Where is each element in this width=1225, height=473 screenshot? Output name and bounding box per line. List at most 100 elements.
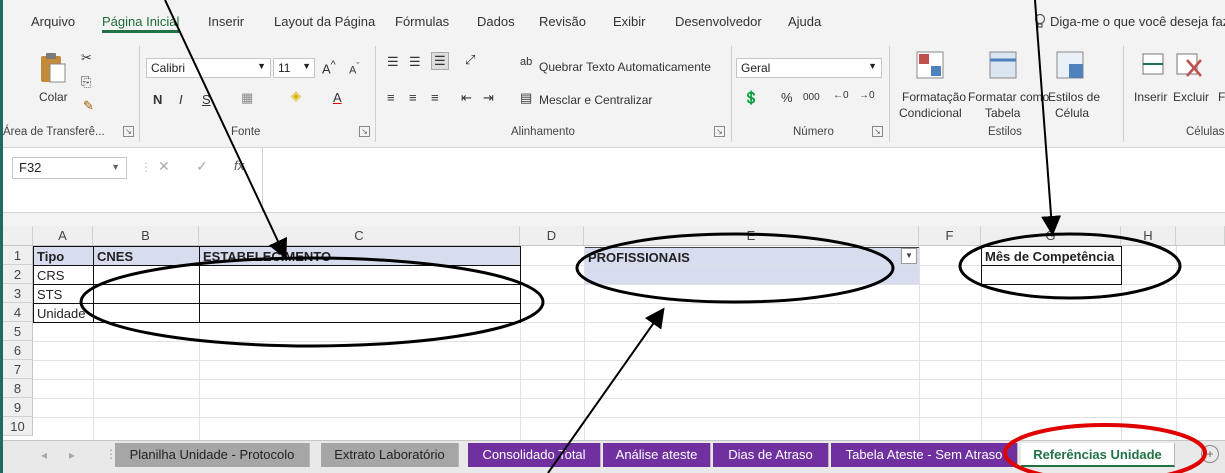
decrease-indent-icon[interactable]: ⇤: [461, 90, 472, 106]
increase-font-icon[interactable]: A^: [322, 59, 336, 76]
decrease-decimal-icon[interactable]: →0: [859, 90, 875, 101]
increase-indent-icon[interactable]: ⇥: [483, 90, 494, 106]
currency-icon[interactable]: 💲: [743, 90, 759, 106]
wrap-text-icon[interactable]: ab: [520, 56, 532, 68]
row-header[interactable]: 6: [3, 341, 33, 360]
percent-button[interactable]: %: [781, 90, 793, 105]
merge-center-button[interactable]: Mesclar e Centralizar: [539, 93, 652, 107]
sheet-tab[interactable]: Análise ateste: [603, 443, 711, 467]
bold-button[interactable]: N: [153, 92, 162, 107]
filter-dropdown-icon[interactable]: ▼: [901, 248, 917, 264]
align-bottom-icon[interactable]: ☰: [431, 52, 449, 70]
cut-icon[interactable]: ✂: [81, 50, 92, 66]
sheet-tab[interactable]: Consolidado Total: [468, 443, 601, 467]
align-left-icon[interactable]: ≡: [387, 90, 395, 105]
cell-e2[interactable]: [585, 266, 919, 284]
row-header[interactable]: 8: [3, 379, 33, 398]
column-header-h[interactable]: H: [1121, 226, 1176, 246]
align-top-icon[interactable]: ☰: [387, 54, 399, 70]
sheet-tab[interactable]: Planilha Unidade - Protocolo: [115, 443, 310, 467]
sheet-tab[interactable]: Extrato Laboratório: [321, 443, 459, 467]
row-header[interactable]: 10: [3, 417, 33, 436]
orientation-icon[interactable]: ⤢: [465, 52, 475, 68]
tell-me-search[interactable]: Diga-me o que você deseja fazer: [1050, 14, 1225, 29]
font-name-dropdown[interactable]: Calibri ▼: [146, 58, 271, 78]
thousands-button[interactable]: 000: [803, 92, 820, 103]
alignment-launcher-icon[interactable]: ↘: [714, 126, 725, 137]
row-header[interactable]: 7: [3, 360, 33, 379]
sheet-tab[interactable]: Tabela Ateste - Sem Atraso: [831, 443, 1018, 467]
number-format-dropdown[interactable]: Geral ▼: [736, 58, 882, 78]
cell-a2[interactable]: CRS: [34, 266, 93, 284]
tab-formulas[interactable]: Fórmulas: [395, 14, 449, 29]
tab-arquivo[interactable]: Arquivo: [31, 14, 75, 29]
sheet-tab[interactable]: Dias de Atraso: [713, 443, 829, 467]
format-as-table-label-1[interactable]: Formatar como: [968, 90, 1049, 104]
insert-function-button[interactable]: fx: [234, 158, 244, 173]
format-as-table-icon[interactable]: [988, 50, 1020, 82]
spreadsheet-grid[interactable]: A B C D E F G H 1 2 3 4 5 6 7 8 9 10 Tip…: [3, 226, 1225, 440]
row-header[interactable]: 3: [3, 284, 33, 303]
merge-icon[interactable]: ▤: [520, 90, 532, 106]
cell-styles-label-1[interactable]: Estilos de: [1048, 90, 1100, 104]
cell-styles-label-2[interactable]: Célula: [1055, 106, 1089, 120]
paste-button-label[interactable]: Colar: [39, 90, 68, 104]
row-header[interactable]: 1: [3, 246, 33, 265]
column-header-b[interactable]: B: [93, 226, 199, 246]
column-header-g[interactable]: G: [981, 226, 1121, 246]
align-right-icon[interactable]: ≡: [431, 90, 439, 105]
copy-icon[interactable]: ⎘: [81, 74, 91, 90]
wrap-text-button[interactable]: Quebrar Texto Automaticamente: [539, 60, 711, 74]
tab-revisao[interactable]: Revisão: [539, 14, 586, 29]
cell-a3[interactable]: STS: [34, 285, 93, 303]
cell-a1[interactable]: Tipo: [34, 247, 93, 265]
column-header-d[interactable]: D: [520, 226, 584, 246]
insert-cells-icon[interactable]: [1139, 50, 1171, 82]
sheet-tab-active[interactable]: Referências Unidade: [1021, 443, 1175, 467]
paste-icon[interactable]: [39, 52, 67, 84]
cancel-icon[interactable]: ✕: [158, 158, 170, 175]
conditional-formatting-label-1[interactable]: Formatação: [902, 90, 966, 104]
row-header[interactable]: 4: [3, 303, 33, 322]
align-center-icon[interactable]: ≡: [409, 90, 417, 105]
format-as-table-label-2[interactable]: Tabela: [985, 106, 1020, 120]
borders-icon[interactable]: ▦: [241, 90, 253, 106]
tab-pagina-inicial[interactable]: Página Inicial: [102, 14, 180, 33]
insert-cells-button[interactable]: Inserir: [1134, 90, 1167, 104]
scroll-right-icon[interactable]: ▸: [69, 448, 75, 462]
tab-inserir[interactable]: Inserir: [208, 14, 244, 29]
cell-e1[interactable]: PROFISSIONAIS: [585, 247, 919, 265]
delete-cells-button[interactable]: Excluir: [1173, 90, 1209, 104]
column-header-a[interactable]: A: [33, 226, 93, 246]
cell-styles-icon[interactable]: [1055, 50, 1087, 82]
cell-c1[interactable]: ESTABELECIMENTO: [200, 247, 520, 265]
font-color-icon[interactable]: A: [333, 90, 342, 105]
italic-button[interactable]: I: [179, 92, 183, 107]
column-header-e[interactable]: E: [584, 226, 919, 246]
conditional-formatting-label-2[interactable]: Condicional: [899, 106, 962, 120]
column-header-c[interactable]: C: [199, 226, 520, 246]
align-middle-icon[interactable]: ☰: [409, 54, 421, 70]
tab-dados[interactable]: Dados: [477, 14, 515, 29]
underline-button[interactable]: S: [202, 92, 211, 107]
decrease-font-icon[interactable]: Aˇ: [349, 61, 359, 77]
cell-b1[interactable]: CNES: [94, 247, 199, 265]
add-sheet-icon[interactable]: +: [1201, 445, 1219, 463]
fill-color-icon[interactable]: ◈: [291, 88, 301, 104]
row-header[interactable]: 9: [3, 398, 33, 417]
formula-input[interactable]: [262, 148, 1222, 214]
row-header[interactable]: 2: [3, 265, 33, 284]
increase-decimal-icon[interactable]: ←0: [833, 90, 849, 101]
format-painter-icon[interactable]: ✎: [83, 98, 94, 114]
format-cells-button[interactable]: F: [1218, 90, 1225, 104]
tab-layout-da-pagina[interactable]: Layout da Página: [274, 14, 375, 29]
row-header[interactable]: 5: [3, 322, 33, 341]
column-header-f[interactable]: F: [919, 226, 981, 246]
select-all-corner[interactable]: [3, 226, 33, 246]
scroll-left-icon[interactable]: ◂: [41, 448, 47, 462]
font-launcher-icon[interactable]: ↘: [359, 126, 370, 137]
number-launcher-icon[interactable]: ↘: [872, 126, 883, 137]
name-box[interactable]: F32 ▼: [12, 157, 127, 179]
conditional-formatting-icon[interactable]: [915, 50, 947, 82]
tab-desenvolvedor[interactable]: Desenvolvedor: [675, 14, 762, 29]
